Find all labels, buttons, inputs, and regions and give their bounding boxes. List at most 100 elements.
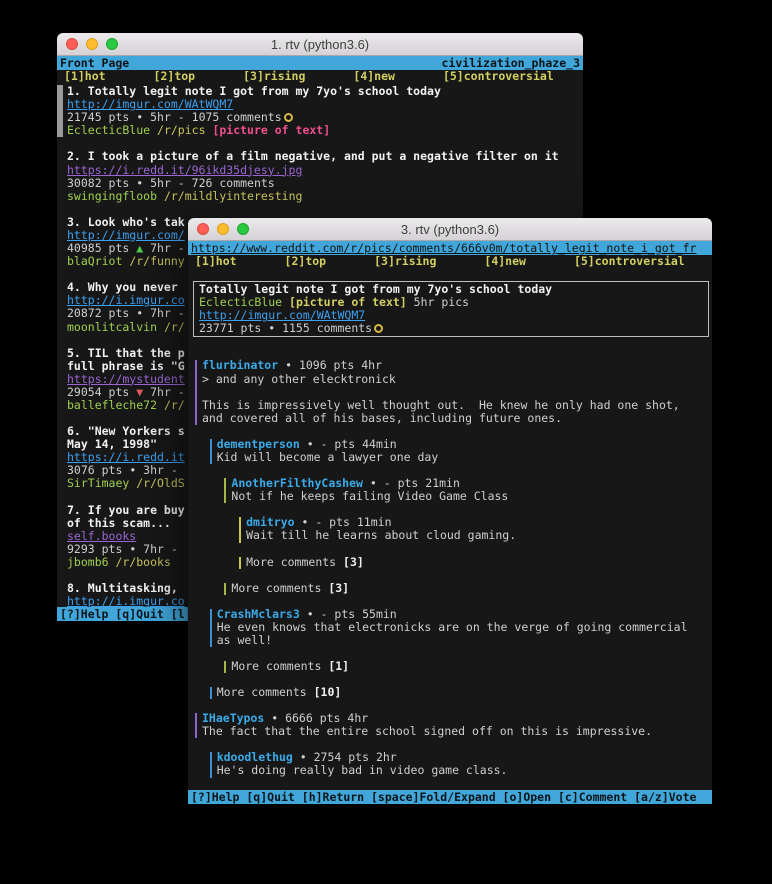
window-title: 1. rtv (python3.6) [271, 37, 369, 52]
post-author: moonlitcalvin [67, 321, 157, 334]
more-comments-count: [3] [328, 582, 349, 595]
tab-1hot[interactable]: [1]hot [64, 70, 106, 83]
depth-bar [224, 661, 226, 673]
post-url[interactable]: http://i.imgur.co [67, 294, 185, 307]
post-byline: swingingfloob /r/mildlyinteresting [67, 190, 580, 203]
minimize-button[interactable] [86, 38, 98, 50]
post-url[interactable]: http://imgur.com/WAtWQM7 [199, 309, 365, 322]
more-comments-line: More comments [3] [231, 582, 712, 595]
post-box[interactable]: Totally legit note I got from my 7yo's s… [193, 281, 709, 337]
post-subreddit: /r/books [115, 556, 170, 569]
more-comments-label: More comments [231, 660, 328, 673]
sort-tabs: [1]hot [2]top [3]rising [4]new [5]controvers… [57, 70, 583, 83]
comment-author: AnotherFilthyCashew [231, 477, 363, 490]
comment-body-line: The fact that the entire school signed o… [202, 725, 712, 738]
comment-author: kdoodlethug [217, 751, 293, 764]
comment-list: flurbinator • 1096 pts 4hr> and any othe… [188, 359, 712, 777]
more-comments-count: [1] [328, 660, 349, 673]
depth-bar [195, 360, 197, 424]
gilded-icon [284, 113, 293, 122]
tab-5controversial[interactable]: [5]controversial [574, 255, 685, 268]
url-bar: https://www.reddit.com/r/pics/comments/6… [188, 241, 712, 255]
comment-header: AnotherFilthyCashew • - pts 21min [231, 477, 712, 490]
post-age-comments: 7hr - [136, 543, 184, 556]
more-comments-item[interactable]: More comments [3] [224, 582, 712, 595]
post-age-comments: 5hr - 1075 comments [143, 111, 281, 124]
comment-meta: • - pts 11min [295, 516, 392, 529]
tab-1hot[interactable]: [1]hot [195, 255, 237, 268]
post-url[interactable]: http://imgur.com/WAtWQM7 [67, 98, 233, 111]
tab-5controversial[interactable]: [5]controversial [443, 70, 554, 83]
titlebar[interactable]: 1. rtv (python3.6) [57, 33, 583, 56]
tab-3rising[interactable]: [3]rising [243, 70, 305, 83]
tab-2top[interactable]: [2]top [154, 70, 196, 83]
post-title: 1. Totally legit note I got from my 7yo'… [67, 85, 580, 98]
post-url-line: http://imgur.com/WAtWQM7 [67, 98, 580, 111]
selection-cursor [57, 85, 63, 137]
tab-4new[interactable]: [4]new [484, 255, 526, 268]
comment-meta: • - pts 44min [300, 438, 397, 451]
post-subreddit: /r/OldS [136, 477, 184, 490]
comment-body-line: He even knows that electronicks are on t… [217, 621, 712, 634]
comment-body-line: He's doing really bad in video game clas… [217, 764, 712, 777]
comment-author: flurbinator [202, 359, 278, 372]
comment-item[interactable]: dementperson • - pts 44minKid will becom… [210, 438, 712, 464]
post-stats: 30082 pts • 5hr - 726 comments [67, 177, 580, 190]
post-url[interactable]: self.books [67, 530, 136, 543]
post-age-comments: 7hr - [143, 386, 185, 399]
comment-header: IHaeTypos • 6666 pts 4hr [202, 712, 712, 725]
subreddit-header-bar: Front Page civilization_phaze_3 [57, 56, 583, 70]
comment-author: CrashMclars3 [217, 608, 300, 621]
comment-header: flurbinator • 1096 pts 4hr [202, 359, 712, 372]
more-comments-label: More comments [217, 686, 314, 699]
comment-header: dmitryo • - pts 11min [246, 516, 712, 529]
post-flair: [picture of text] [212, 124, 330, 137]
comment-item[interactable]: CrashMclars3 • - pts 55minHe even knows … [210, 608, 712, 647]
more-comments-item[interactable]: More comments [10] [210, 686, 712, 699]
depth-bar [239, 557, 241, 569]
zoom-button[interactable] [237, 223, 249, 235]
post-points: 29054 pts [67, 386, 136, 399]
post-url[interactable]: https://mystudent [67, 373, 185, 386]
close-button[interactable] [66, 38, 78, 50]
zoom-button[interactable] [106, 38, 118, 50]
more-comments-item[interactable]: More comments [3] [239, 556, 712, 569]
comment-body-line [202, 386, 712, 399]
comment-item[interactable]: IHaeTypos • 6666 pts 4hrThe fact that th… [195, 712, 712, 738]
comment-item[interactable]: dmitryo • - pts 11minWait till he learns… [239, 516, 712, 542]
comment-body-line: This is impressively well thought out. H… [202, 399, 712, 412]
more-comments-label: More comments [231, 582, 328, 595]
post-url[interactable]: http://imgur.com/ [67, 229, 185, 242]
comment-item[interactable]: AnotherFilthyCashew • - pts 21minNot if … [224, 477, 712, 503]
comment-meta: • 6666 pts 4hr [264, 712, 368, 725]
more-comments-line: More comments [1] [231, 660, 712, 673]
sort-tabs: [1]hot [2]top [3]rising [4]new [5]controvers… [188, 255, 712, 268]
post-author: SirTimaey [67, 477, 129, 490]
more-comments-line: More comments [10] [217, 686, 712, 699]
tab-2top[interactable]: [2]top [285, 255, 327, 268]
comment-meta: • - pts 55min [300, 608, 397, 621]
post-author: blaQriot [67, 255, 122, 268]
comment-item[interactable]: flurbinator • 1096 pts 4hr> and any othe… [195, 359, 712, 424]
close-button[interactable] [197, 223, 209, 235]
depth-bar [224, 478, 226, 503]
tab-4new[interactable]: [4]new [353, 70, 395, 83]
comment-author: dementperson [217, 438, 300, 451]
titlebar[interactable]: 3. rtv (python3.6) [188, 218, 712, 241]
post-points: 40985 pts [67, 242, 136, 255]
depth-bar [210, 752, 212, 777]
comment-body-line: Not if he keeps failing Video Game Class [231, 490, 712, 503]
post-url[interactable]: https://i.redd.it/96ikd35djesy.jpg [67, 164, 302, 177]
gilded-icon [374, 324, 383, 333]
comment-item[interactable]: kdoodlethug • 2754 pts 2hrHe's doing rea… [210, 751, 712, 777]
post-item[interactable]: 2. I took a picture of a film negative, … [67, 150, 580, 202]
tab-3rising[interactable]: [3]rising [374, 255, 436, 268]
post-subreddit: /r/ [164, 399, 185, 412]
post-url[interactable]: https://i.redd.it [67, 451, 185, 464]
minimize-button[interactable] [217, 223, 229, 235]
comment-author: dmitryo [246, 516, 294, 529]
post-points: 9293 pts [67, 543, 129, 556]
space [157, 321, 164, 334]
post-item[interactable]: 1. Totally legit note I got from my 7yo'… [67, 85, 580, 137]
more-comments-item[interactable]: More comments [1] [224, 660, 712, 673]
